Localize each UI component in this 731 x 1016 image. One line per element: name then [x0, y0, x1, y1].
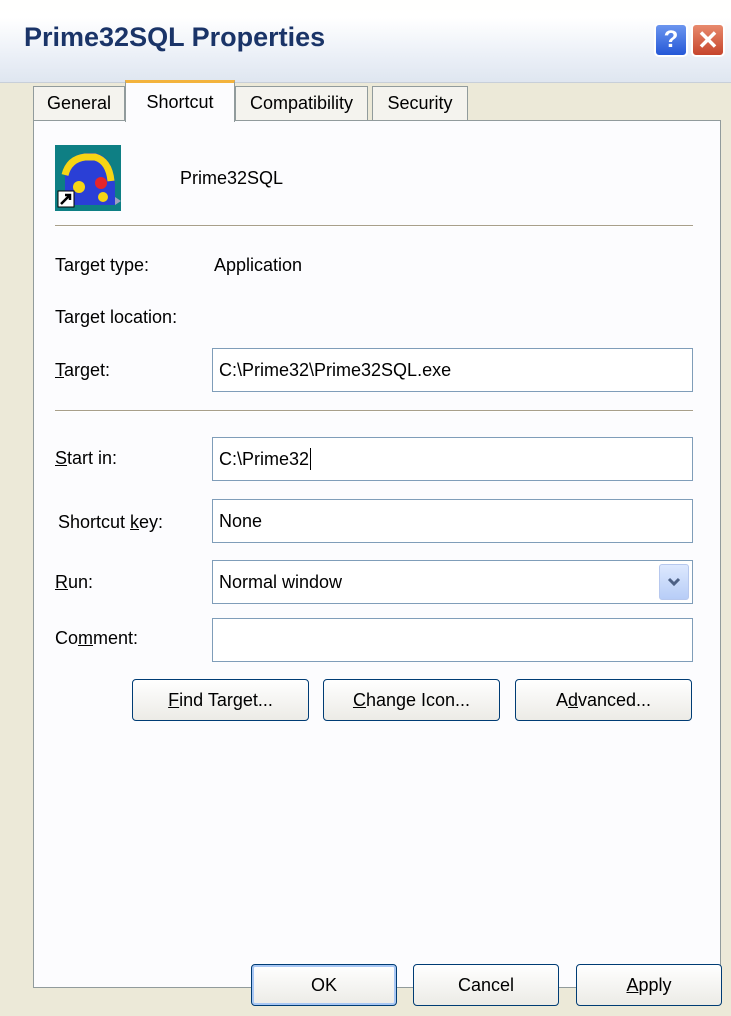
button-label: Find Target...: [168, 689, 273, 710]
close-button[interactable]: ✕: [691, 23, 725, 57]
button-label: Advanced...: [555, 689, 652, 710]
button-label: Cancel: [457, 974, 515, 995]
run-dropdown-value: Normal window: [219, 571, 343, 592]
target-field-text: C:\Prime32\Prime32SQL.exe: [219, 359, 452, 380]
start-in-label: Start in:: [55, 448, 118, 468]
help-icon: ?: [663, 26, 679, 53]
tab-compatibility[interactable]: Compatibility: [235, 86, 368, 120]
button-label: OK: [310, 974, 337, 995]
find-target-button[interactable]: Find Target...: [132, 679, 309, 721]
advanced-button[interactable]: Advanced...: [515, 679, 692, 721]
ok-button[interactable]: OK: [251, 964, 397, 1006]
close-icon: ✕: [697, 24, 719, 55]
tab-security[interactable]: Security: [372, 86, 468, 120]
change-icon-button[interactable]: Change Icon...: [323, 679, 500, 721]
button-label: Change Icon...: [352, 689, 471, 710]
cancel-button[interactable]: Cancel: [413, 964, 559, 1006]
shortcut-key-field[interactable]: None: [212, 499, 693, 543]
window-title: Prime32SQL Properties: [24, 22, 326, 52]
help-button[interactable]: ?: [654, 23, 688, 57]
chevron-down-icon[interactable]: [659, 564, 689, 600]
text-caret: [310, 448, 312, 470]
tab-label: Security: [387, 93, 453, 113]
comment-label: Comment:: [55, 628, 139, 648]
separator: [55, 410, 693, 412]
shortcut-name: Prime32SQL: [180, 168, 284, 188]
target-location-label: Target location:: [55, 307, 178, 327]
comment-field[interactable]: [212, 618, 693, 662]
separator: [55, 225, 693, 227]
target-type-label: Target type:: [55, 255, 150, 275]
start-in-field-text: C:\Prime32: [219, 448, 310, 469]
target-type-value: Application: [214, 255, 303, 275]
tab-label: Shortcut: [146, 92, 214, 112]
shortcut-key-field-text: None: [219, 510, 263, 531]
tab-panel: [33, 120, 721, 988]
shortcut-key-label: Shortcut key:: [58, 512, 164, 532]
application-shortcut-icon: [55, 145, 121, 211]
run-label: Run:: [55, 572, 94, 592]
tab-shortcut[interactable]: Shortcut: [125, 80, 235, 122]
run-dropdown[interactable]: Normal window: [212, 560, 693, 604]
target-field[interactable]: C:\Prime32\Prime32SQL.exe: [212, 348, 693, 392]
tab-label: Compatibility: [249, 93, 354, 113]
tab-label: General: [46, 93, 112, 113]
tab-general[interactable]: General: [33, 86, 125, 120]
start-in-field[interactable]: C:\Prime32: [212, 437, 693, 481]
title-bar: Prime32SQL Properties ? ✕: [0, 0, 731, 83]
button-label: Apply: [626, 974, 672, 995]
target-label: Target:: [55, 360, 111, 380]
apply-button[interactable]: Apply: [576, 964, 722, 1006]
